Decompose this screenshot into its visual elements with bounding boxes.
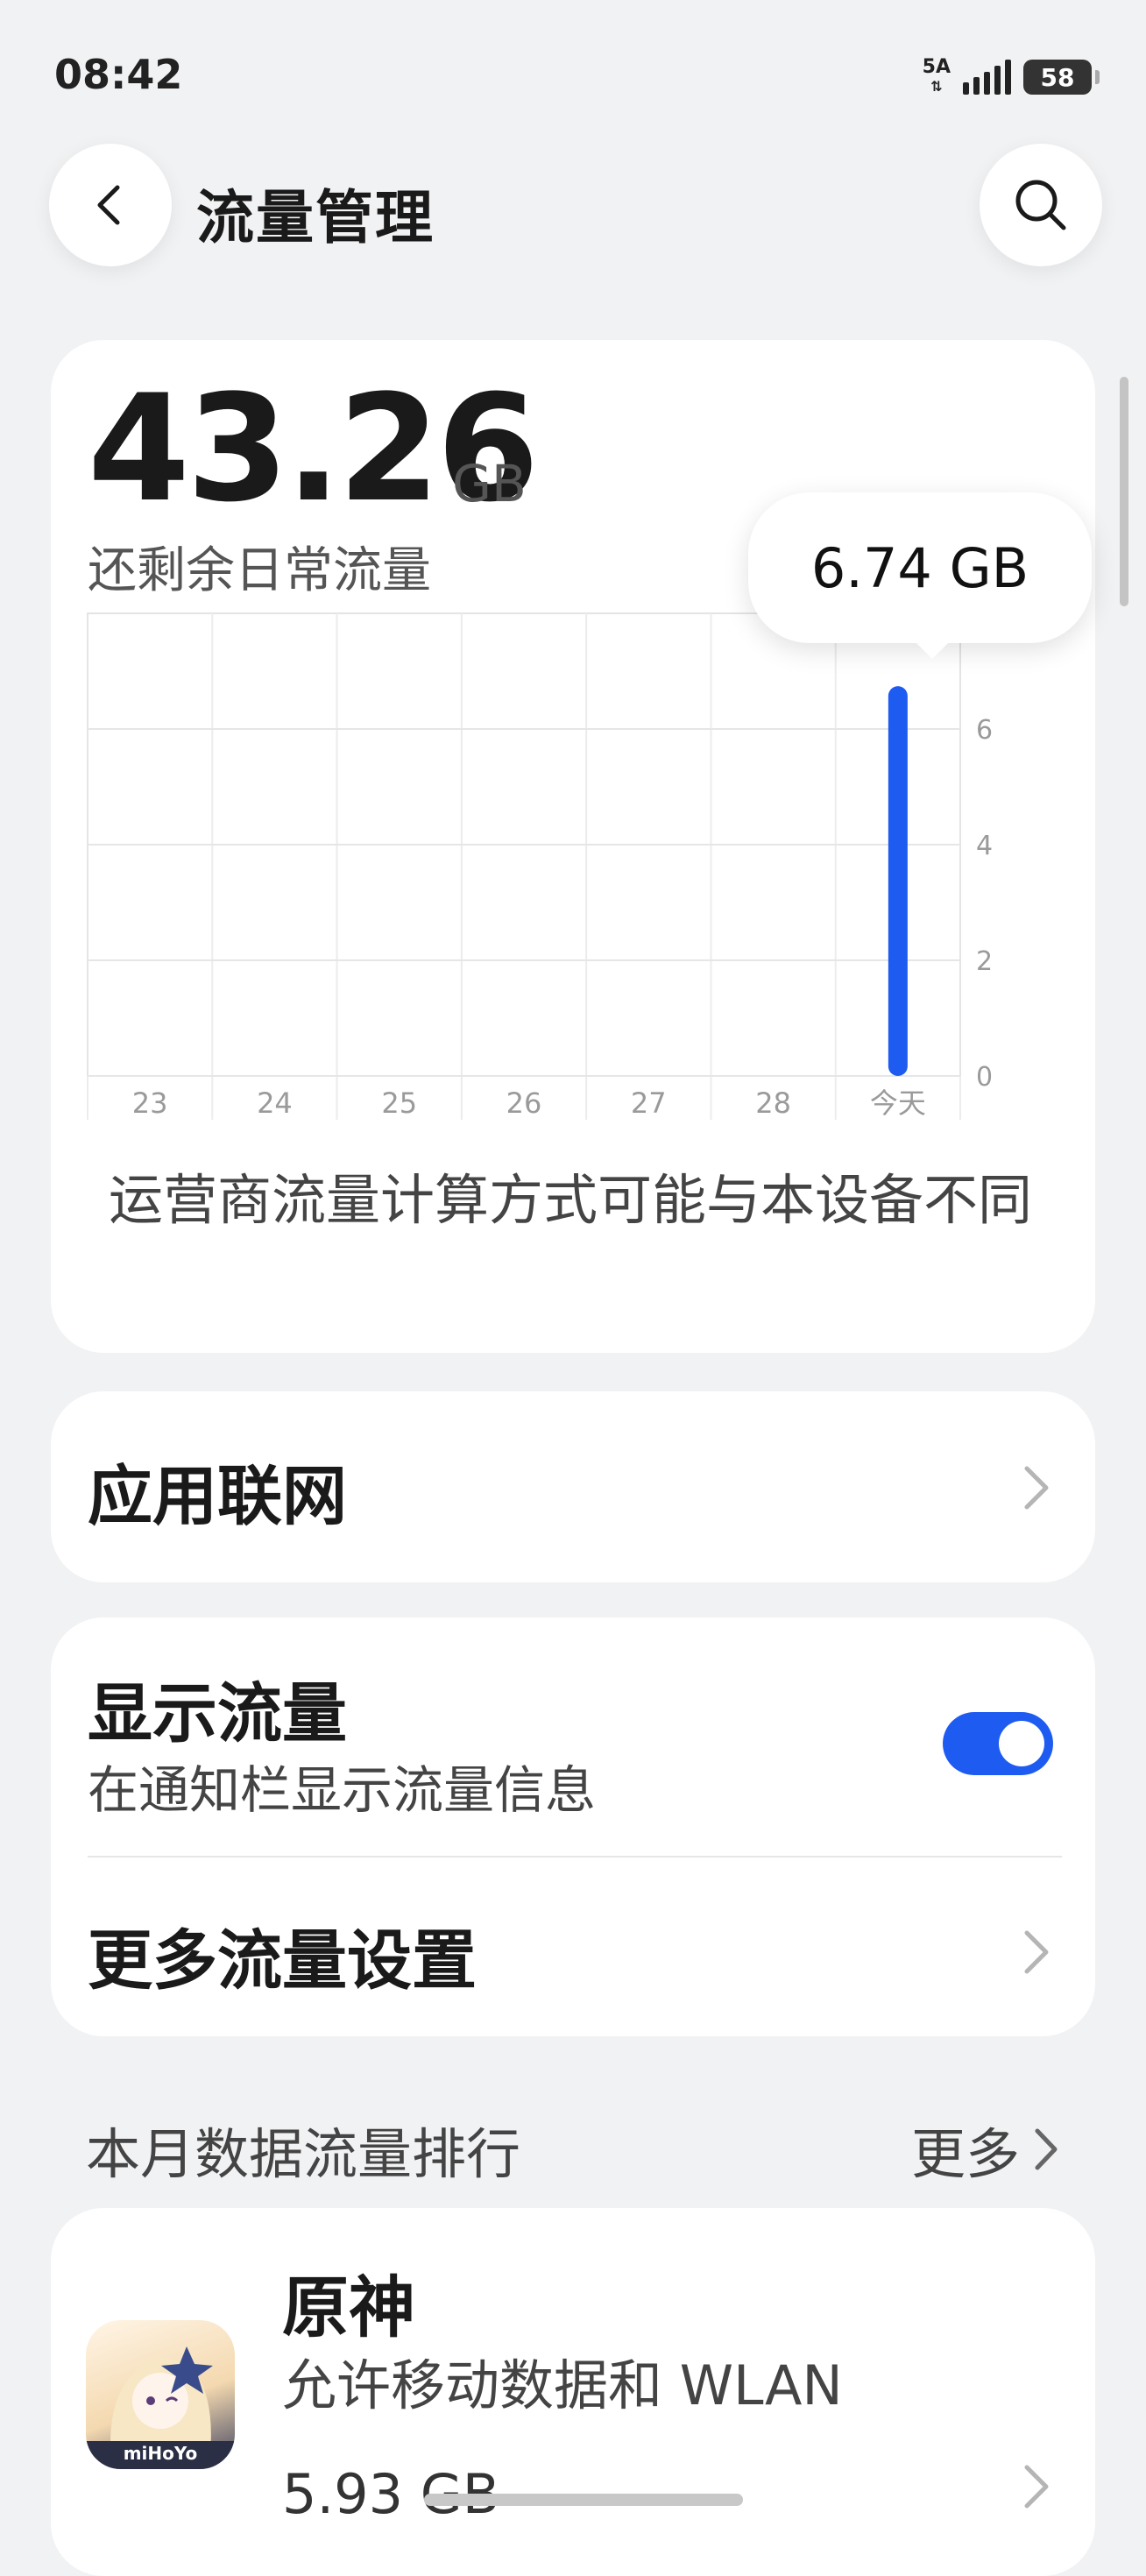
usage-chart[interactable]: 024623 24 25 26 27 28 今天 — [51, 340, 1095, 1129]
back-button[interactable] — [49, 144, 172, 266]
chart-bar — [888, 686, 908, 1076]
y-tick-label: 6 — [976, 715, 993, 746]
app-network-label: 应用联网 — [88, 1459, 347, 1534]
data-arrows-icon: ⇅ — [930, 78, 943, 95]
back-arrow-icon — [97, 185, 120, 225]
x-tick-label: 28 — [755, 1086, 791, 1120]
chevron-right-icon — [1024, 1466, 1049, 1510]
y-tick-label: 0 — [976, 1062, 993, 1093]
y-tick-label: 4 — [976, 831, 993, 861]
show-traffic-sub: 在通知栏显示流量信息 — [88, 1760, 597, 1820]
show-traffic-toggle[interactable] — [943, 1712, 1053, 1775]
show-traffic-label: 显示流量 — [88, 1676, 347, 1752]
x-tick-label: 23 — [132, 1086, 168, 1120]
chevron-right-icon — [1024, 1930, 1049, 1974]
ranking-more-link[interactable]: 更多 — [911, 2110, 1058, 2189]
app-permission: 允许移动数据和 WLAN — [282, 2353, 843, 2417]
app-name: 原神 — [282, 2268, 415, 2346]
x-tick-label: 24 — [257, 1086, 293, 1120]
ranking-more-label: 更多 — [910, 2122, 1020, 2186]
search-button[interactable] — [980, 144, 1102, 266]
ranking-title: 本月数据流量排行 — [86, 2122, 521, 2186]
app-usage-row[interactable]: miHoYo 原神 允许移动数据和 WLAN 5.93 GB — [51, 2208, 1095, 2576]
more-settings-row[interactable]: 更多流量设置 — [51, 1858, 1095, 2036]
app-network-row[interactable]: 应用联网 — [51, 1391, 1095, 1582]
network-type: 5A ⇅ — [923, 58, 951, 96]
more-settings-label: 更多流量设置 — [88, 1923, 477, 1999]
toggle-knob — [999, 1721, 1044, 1766]
display-settings-card: 显示流量 在通知栏显示流量信息 更多流量设置 — [51, 1617, 1095, 2036]
page-title: 流量管理 — [196, 184, 435, 251]
status-time: 08:42 — [54, 51, 183, 98]
usage-card: 43.26 GB 还剩余日常流量 0 2 4 6 23 24 25 26 27 28 今天 6.74… — [51, 340, 1095, 1353]
x-tick-label: 25 — [381, 1086, 417, 1120]
app-icon-label: miHoYo — [123, 2443, 198, 2464]
tooltip-pointer — [909, 636, 955, 659]
x-tick-label: 今天 — [870, 1086, 926, 1120]
chevron-right-icon — [1024, 2465, 1049, 2509]
y-tick-label: 2 — [976, 946, 993, 977]
home-indicator[interactable] — [424, 2494, 743, 2506]
network-label: 5A — [922, 56, 951, 78]
genshin-app-icon: miHoYo — [86, 2320, 235, 2469]
search-icon — [1015, 180, 1066, 230]
x-tick-label: 26 — [506, 1086, 542, 1120]
x-tick-label: 27 — [631, 1086, 667, 1120]
chart-tooltip: 6.74 GB — [748, 492, 1092, 643]
signal-icon — [963, 60, 1011, 95]
carrier-note: 运营商流量计算方式可能与本设备不同 — [109, 1168, 1033, 1232]
battery-level: 58 — [1040, 62, 1075, 92]
chevron-right-icon — [1035, 2128, 1058, 2170]
status-indicators: 5A ⇅ 58 — [923, 51, 1100, 103]
battery-icon: 58 — [1023, 60, 1100, 95]
scrollbar[interactable] — [1120, 377, 1128, 606]
